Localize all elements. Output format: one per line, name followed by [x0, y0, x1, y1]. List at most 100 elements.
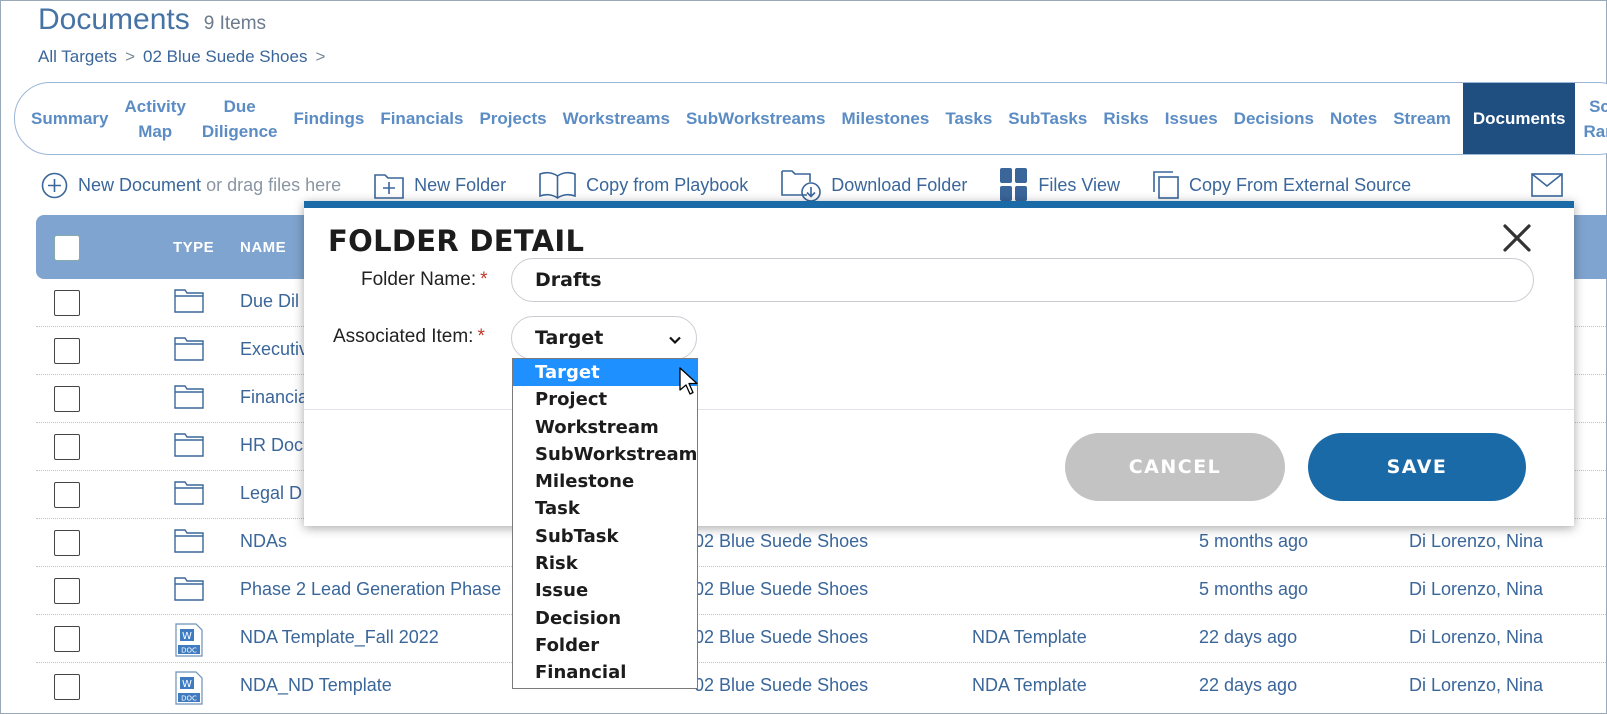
option-financial[interactable]: Financial — [513, 659, 697, 686]
tab-scenario-ranking[interactable]: ScRan — [1575, 94, 1607, 144]
new-folder-button[interactable]: New Folder — [374, 171, 506, 199]
associated-item-options: Target Project Workstream SubWorkstream … — [512, 358, 698, 689]
row-checkbox[interactable] — [54, 530, 80, 556]
option-task[interactable]: Task — [513, 495, 697, 522]
envelope-icon — [1531, 173, 1563, 197]
email-button[interactable] — [1531, 173, 1563, 197]
breadcrumb-all-targets[interactable]: All Targets — [38, 47, 117, 67]
tab-subtasks[interactable]: SubTasks — [1000, 106, 1095, 131]
modal-title: FOLDER DETAIL — [328, 224, 585, 258]
tab-subworkstreams[interactable]: SubWorkstreams — [678, 106, 834, 131]
tab-summary[interactable]: Summary — [23, 106, 116, 131]
tab-due-diligence[interactable]: Due Diligence — [194, 94, 286, 144]
row-name[interactable]: NDAs — [240, 531, 287, 552]
row-name[interactable]: HR Doc — [240, 435, 303, 456]
tab-documents[interactable]: Documents — [1462, 83, 1576, 154]
word-doc-icon: W DOC — [174, 623, 204, 662]
tab-workstreams[interactable]: Workstreams — [555, 106, 678, 131]
option-subworkstream[interactable]: SubWorkstream — [513, 441, 697, 468]
tab-stream[interactable]: Stream — [1385, 106, 1459, 131]
tab-decisions[interactable]: Decisions — [1226, 106, 1322, 131]
option-issue[interactable]: Issue — [513, 577, 697, 604]
row-name[interactable]: NDA Template_Fall 2022 — [240, 627, 439, 648]
associated-item-select[interactable]: Target — [511, 316, 697, 360]
table-row[interactable]: NDAs 02 Blue Suede Shoes 5 months ago Di… — [36, 519, 1607, 567]
drag-hint: or drag files here — [206, 174, 342, 195]
table-row[interactable]: Phase 2 Lead Generation Phase 02 Blue Su… — [36, 567, 1607, 615]
table-row[interactable]: W DOC NDA Template_Fall 2022 02 Blue Sued… — [36, 615, 1607, 663]
tab-risks[interactable]: Risks — [1095, 106, 1156, 131]
row-checkbox[interactable] — [54, 626, 80, 652]
files-view-label: Files View — [1038, 174, 1121, 195]
associated-item-label: Associated Item: * — [333, 326, 485, 347]
row-checkbox[interactable] — [54, 482, 80, 508]
row-owner: Di Lorenzo, Nina — [1409, 531, 1544, 551]
save-button[interactable]: SAVE — [1308, 433, 1526, 501]
option-milestone[interactable]: Milestone — [513, 468, 697, 495]
copy-icon — [1153, 171, 1179, 199]
folder-name-label: Folder Name: * — [361, 269, 488, 290]
row-name[interactable]: Phase 2 Lead Generation Phase — [240, 579, 501, 600]
row-modified: 5 months ago — [1199, 531, 1309, 551]
row-checkbox[interactable] — [54, 338, 80, 364]
row-template: NDA Template — [972, 675, 1087, 695]
new-folder-label: New Folder — [414, 174, 507, 195]
item-count: 9 Items — [203, 13, 267, 34]
row-template: NDA Template — [972, 627, 1087, 647]
row-name[interactable]: Legal D — [240, 483, 302, 504]
tab-milestones[interactable]: Milestones — [833, 106, 937, 131]
copy-playbook-label: Copy from Playbook — [586, 174, 749, 195]
download-folder-button[interactable]: Download Folder — [781, 168, 967, 202]
row-checkbox[interactable] — [54, 578, 80, 604]
tab-financials[interactable]: Financials — [372, 106, 471, 131]
row-target: 02 Blue Suede Shoes — [694, 579, 869, 599]
option-workstream[interactable]: Workstream — [513, 414, 697, 441]
new-folder-icon — [374, 171, 404, 199]
breadcrumb-target[interactable]: 02 Blue Suede Shoes — [143, 47, 307, 67]
folder-name-input[interactable]: Drafts — [511, 258, 1534, 302]
row-owner: Di Lorenzo, Nina — [1409, 579, 1544, 599]
tab-findings[interactable]: Findings — [286, 106, 373, 131]
option-decision[interactable]: Decision — [513, 605, 697, 632]
option-project[interactable]: Project — [513, 386, 697, 413]
new-document-button[interactable]: New Document or drag files here — [41, 172, 341, 199]
column-type[interactable]: TYPE — [173, 239, 214, 256]
option-target[interactable]: Target — [513, 359, 697, 387]
row-name[interactable]: NDA_ND Template — [240, 675, 392, 696]
folder-detail-modal: FOLDER DETAIL Folder Name: * Drafts Assoc… — [304, 201, 1574, 526]
option-subtask[interactable]: SubTask — [513, 523, 697, 550]
plus-circle-icon — [41, 172, 68, 199]
page-header: Documents 9 Items — [38, 3, 266, 37]
folder-icon — [174, 527, 204, 558]
row-name[interactable]: Executiv — [240, 339, 308, 360]
tab-activity-map[interactable]: Activity Map — [116, 94, 193, 144]
folder-icon — [174, 335, 204, 366]
tab-tasks[interactable]: Tasks — [937, 106, 1000, 131]
column-name[interactable]: NAME — [240, 239, 286, 256]
copy-from-playbook-button[interactable]: Copy from Playbook — [539, 171, 748, 199]
svg-text:DOC: DOC — [181, 695, 197, 703]
folder-icon — [174, 431, 204, 462]
page-title: Documents — [38, 3, 190, 36]
required-marker: * — [480, 269, 488, 290]
tab-projects[interactable]: Projects — [471, 106, 554, 131]
cancel-button[interactable]: CANCEL — [1065, 433, 1285, 501]
files-view-button[interactable]: Files View — [1000, 168, 1120, 202]
grid-view-icon — [1000, 168, 1028, 202]
copy-external-source-button[interactable]: Copy From External Source — [1153, 171, 1411, 199]
close-icon[interactable] — [1501, 222, 1533, 254]
tab-notes[interactable]: Notes — [1322, 106, 1385, 131]
row-checkbox[interactable] — [54, 386, 80, 412]
tab-issues[interactable]: Issues — [1157, 106, 1226, 131]
option-folder[interactable]: Folder — [513, 632, 697, 659]
select-all-checkbox[interactable] — [54, 235, 80, 261]
option-risk[interactable]: Risk — [513, 550, 697, 577]
table-row[interactable]: W DOC NDA_ND Template 02 Blue Suede Shoes… — [36, 663, 1607, 711]
row-checkbox[interactable] — [54, 674, 80, 700]
svg-text:W: W — [182, 679, 192, 690]
row-name[interactable]: Financia — [240, 387, 308, 408]
row-name[interactable]: Due Dil — [240, 291, 299, 312]
required-marker: * — [477, 326, 485, 347]
row-checkbox[interactable] — [54, 434, 80, 460]
row-checkbox[interactable] — [54, 290, 80, 316]
